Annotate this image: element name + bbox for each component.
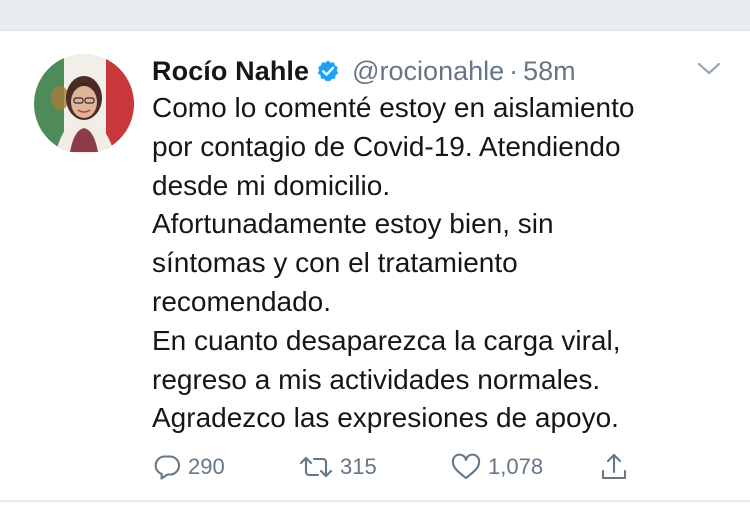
share-icon [598,451,630,483]
tweet-text-line: regreso a mis actividades normales. [152,363,601,395]
tweet-actions: 290 315 1,078 [152,447,672,487]
share-button[interactable] [598,447,630,487]
tweet-text: Como lo comenté estoy en aislamiento por… [152,89,732,438]
tweet-text-line: Como lo comenté estoy en aislamiento [152,92,635,123]
top-divider [0,0,750,31]
verified-badge-icon [316,59,340,83]
tweet-text-line: En cuanto desaparezca la carga viral, [152,324,621,356]
chevron-down-icon[interactable] [696,59,722,79]
reply-count: 290 [188,454,225,479]
retweet-count: 315 [340,454,377,479]
heart-icon [450,453,482,481]
tweet-text-line: Agradezco las expresiones de apoyo. [152,402,619,434]
avatar-image [34,54,134,154]
tweet-card[interactable]: Rocío Nahle @rocionahle · 58m Como lo co… [0,31,750,501]
author-handle[interactable]: @rocionahle [352,56,504,87]
bottom-divider [0,500,750,502]
tweet-text-line: recomendado. [152,285,332,317]
meta-separator: · [509,55,519,86]
reply-icon [152,453,182,481]
retweet-button[interactable]: 315 [298,447,377,487]
tweet-screen: Rocío Nahle @rocionahle · 58m Como lo co… [0,0,750,524]
avatar[interactable] [34,54,134,154]
tweet-text-line: Afortunadamente estoy bien, sin [152,208,554,240]
reply-button[interactable]: 290 [152,447,225,487]
tweet-timestamp[interactable]: 58m [523,56,576,87]
author-name[interactable]: Rocío Nahle [152,56,309,87]
like-count: 1,078 [488,454,544,479]
retweet-icon [298,453,334,481]
tweet-text-line: síntomas y con el tratamiento [152,247,518,279]
like-button[interactable]: 1,078 [450,447,543,487]
tweet-text-line: desde mi domicilio. [152,169,391,201]
tweet-header: Rocío Nahle @rocionahle · 58m [152,55,576,87]
tweet-text-line: por contagio de Covid-19. Atendiendo [152,130,621,162]
